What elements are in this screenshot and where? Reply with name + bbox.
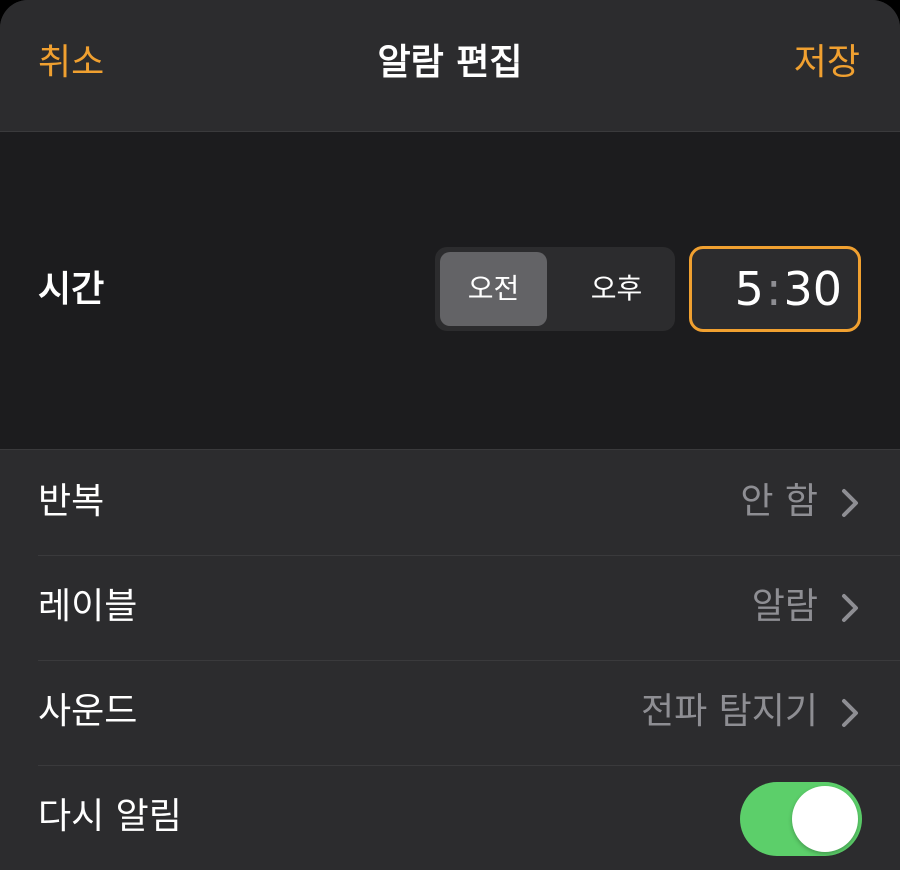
page-title: 알람 편집: [377, 42, 523, 83]
hour-value: 5: [734, 262, 764, 316]
repeat-row[interactable]: 반복 안 함: [0, 450, 900, 555]
pm-segment[interactable]: 오후: [563, 252, 670, 326]
label-value: 알람: [751, 586, 818, 627]
time-value: 5:30: [735, 260, 842, 318]
sound-value: 전파 탐지기: [640, 691, 818, 732]
settings-list: 반복 안 함 레이블 알람 사운드 전파 탐지기 다시 알림: [0, 450, 900, 870]
am-segment[interactable]: 오전: [440, 252, 547, 326]
sound-row[interactable]: 사운드 전파 탐지기: [0, 660, 900, 765]
edit-alarm-sheet: 취소 알람 편집 저장 시간 오전 오후 5:30 반복 안 함 레이블 알람 …: [0, 0, 900, 870]
time-input[interactable]: 5:30: [689, 246, 861, 332]
snooze-label: 다시 알림: [38, 796, 182, 837]
time-separator: :: [765, 262, 782, 316]
sound-label: 사운드: [38, 691, 138, 732]
label-label: 레이블: [38, 586, 138, 627]
navigation-bar: 취소 알람 편집 저장: [0, 0, 900, 132]
chevron-right-icon: [842, 489, 858, 517]
minute-value: 30: [783, 262, 842, 316]
snooze-toggle[interactable]: [740, 782, 862, 856]
chevron-right-icon: [842, 594, 858, 622]
toggle-knob: [792, 786, 858, 852]
chevron-right-icon: [842, 699, 858, 727]
repeat-label: 반복: [38, 481, 105, 522]
time-label: 시간: [38, 269, 105, 310]
snooze-row: 다시 알림: [0, 765, 900, 870]
am-pm-segmented-control: 오전 오후: [435, 247, 675, 331]
time-section: 시간 오전 오후 5:30: [0, 132, 900, 450]
save-button[interactable]: 저장: [794, 38, 860, 88]
label-row[interactable]: 레이블 알람: [0, 555, 900, 660]
repeat-value: 안 함: [740, 481, 818, 522]
